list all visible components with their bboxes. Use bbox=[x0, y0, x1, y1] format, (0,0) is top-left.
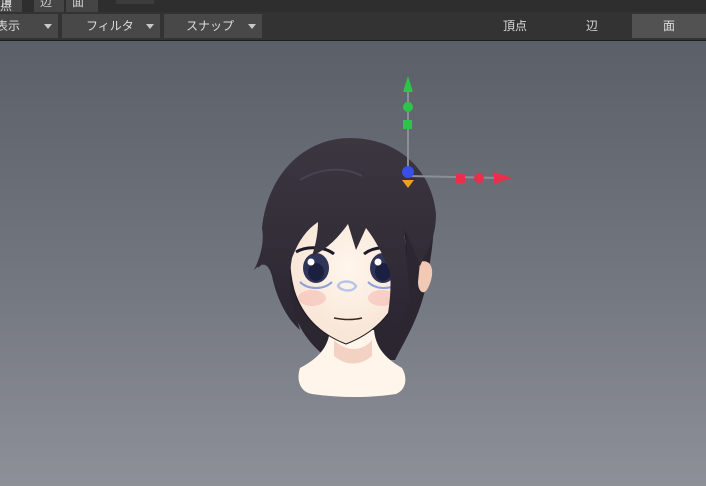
chevron-down-icon bbox=[146, 24, 154, 29]
top-face-button[interactable]: 面 bbox=[66, 0, 98, 12]
chevron-down-icon bbox=[44, 24, 52, 29]
z-axis-handle[interactable] bbox=[402, 166, 414, 178]
top-edge-button[interactable]: 辺 bbox=[34, 0, 64, 12]
top-menu-strip: 頂点 辺 面 bbox=[0, 0, 706, 12]
mode-edge-label: 辺 bbox=[585, 19, 598, 33]
top-face-label: 面 bbox=[72, 0, 85, 9]
snap-dropdown[interactable]: スナップ bbox=[164, 14, 262, 38]
y-axis-rotate-handle[interactable] bbox=[403, 102, 413, 112]
top-blank-field[interactable] bbox=[116, 0, 154, 4]
filter-dropdown[interactable]: フィルタ bbox=[62, 14, 160, 38]
3d-viewport[interactable] bbox=[0, 41, 706, 486]
mode-edge-button[interactable]: 辺 bbox=[562, 14, 622, 38]
x-axis-rotate-handle[interactable] bbox=[474, 173, 484, 183]
top-edge-label: 辺 bbox=[40, 0, 53, 9]
y-axis-scale-handle[interactable] bbox=[403, 120, 412, 129]
x-axis-arrow-icon[interactable] bbox=[494, 172, 512, 184]
left-cheek bbox=[298, 290, 326, 306]
snap-dropdown-label: スナップ bbox=[186, 19, 235, 33]
top-vertex-button[interactable]: 頂点 bbox=[0, 0, 22, 12]
display-dropdown[interactable]: 表示 bbox=[0, 14, 58, 38]
y-axis-arrow-icon[interactable] bbox=[403, 76, 413, 92]
right-ear bbox=[418, 261, 433, 293]
mode-vertex-button[interactable]: 頂点 bbox=[488, 14, 542, 38]
x-axis-scale-handle[interactable] bbox=[456, 174, 465, 183]
viewport-scene bbox=[254, 76, 512, 397]
viewport-toolbar: 表示 フィルタ スナップ 頂点 辺 面 bbox=[0, 12, 706, 41]
display-dropdown-label: 表示 bbox=[0, 19, 21, 33]
mode-face-button[interactable]: 面 bbox=[632, 14, 706, 38]
top-vertex-label: 頂点 bbox=[0, 0, 13, 12]
filter-dropdown-label: フィルタ bbox=[86, 19, 134, 33]
chevron-down-icon bbox=[248, 24, 256, 29]
mode-vertex-label: 頂点 bbox=[502, 19, 527, 33]
mode-face-label: 面 bbox=[662, 19, 675, 33]
